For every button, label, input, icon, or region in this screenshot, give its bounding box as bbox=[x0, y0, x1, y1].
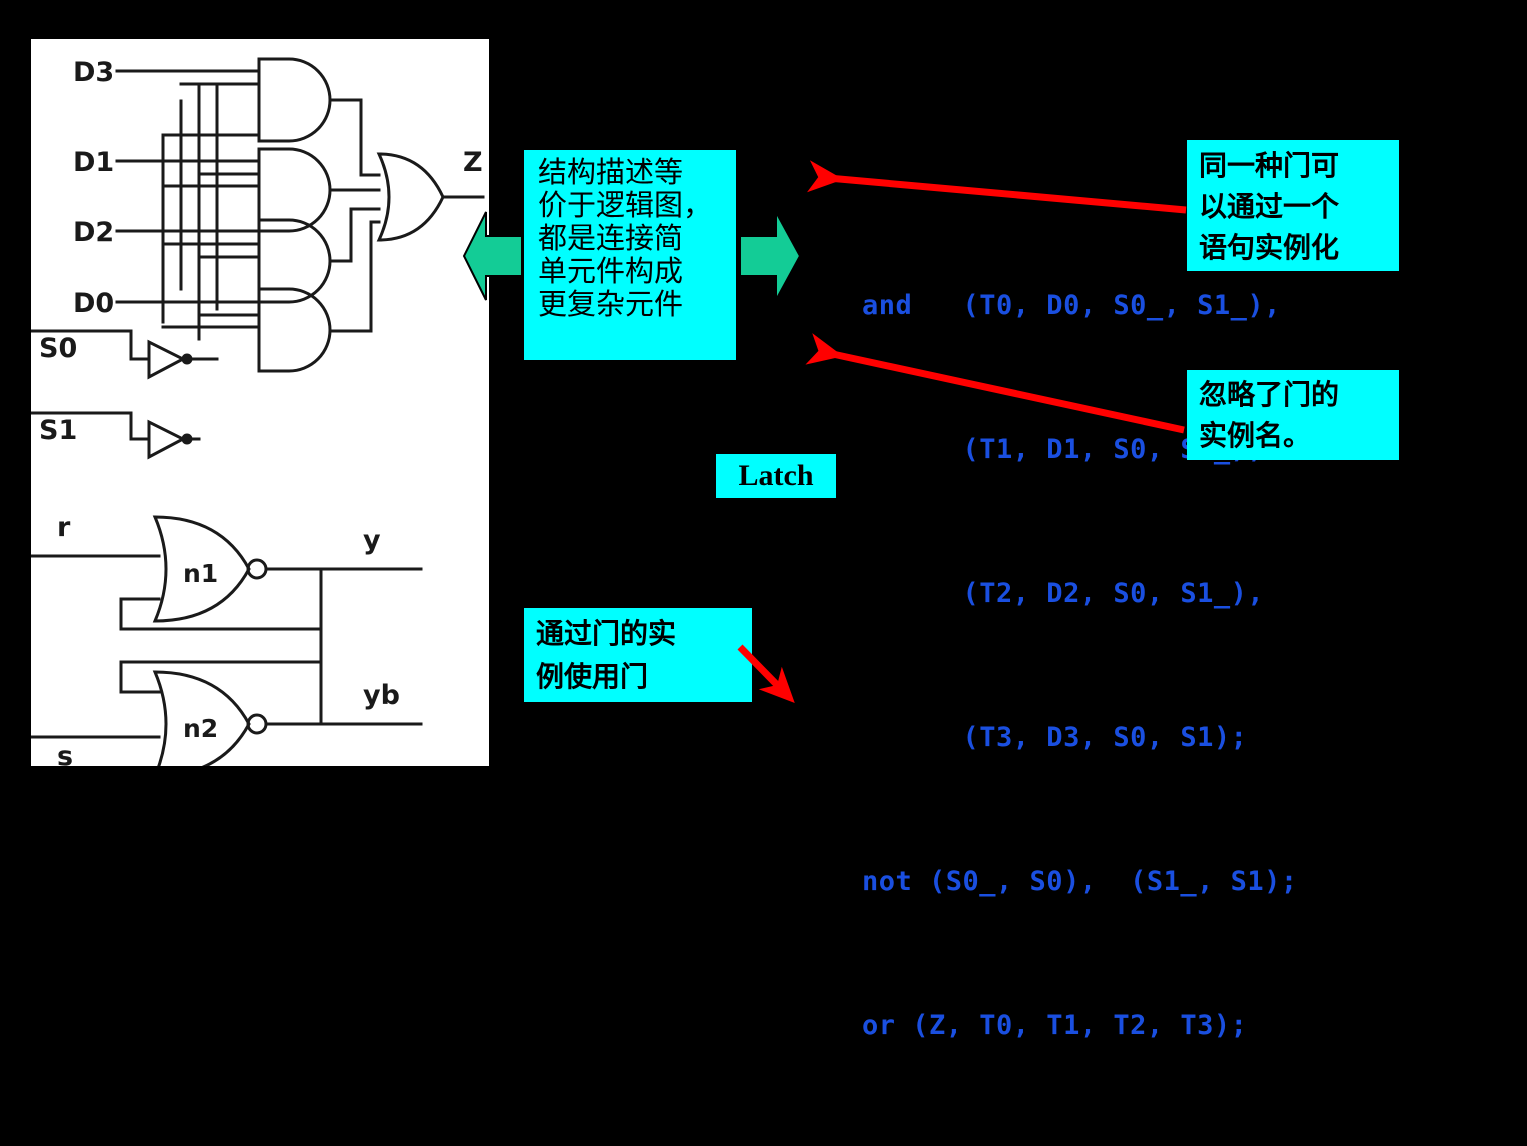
label-s: s bbox=[57, 741, 73, 766]
callout-structure-line-2: 价于逻辑图， bbox=[538, 188, 713, 222]
inverter-s0 bbox=[147, 339, 187, 380]
label-r: r bbox=[57, 512, 71, 543]
label-d2: D2 bbox=[73, 217, 114, 248]
inverter-s1 bbox=[147, 419, 187, 460]
label-z: Z bbox=[463, 147, 483, 178]
wire-t0-out bbox=[328, 220, 381, 333]
callout-latch-label: Latch bbox=[738, 459, 814, 492]
wire-t3-out bbox=[328, 98, 363, 177]
code-line-4: (T3, D3, S0, S1); bbox=[862, 722, 1248, 753]
code-line-3: (T2, D2, S0, S1_), bbox=[862, 578, 1265, 609]
callout-same-gate: 同一种门可 以通过一个 语句实例化 bbox=[1187, 140, 1399, 271]
label-s1: S1 bbox=[39, 415, 77, 446]
label-s0: S0 bbox=[39, 333, 77, 364]
label-d3: D3 bbox=[73, 57, 114, 88]
callout-same-gate-line-1: 同一种门可 bbox=[1199, 149, 1340, 182]
code-line-1: and (T0, D0, S0_, S1_), bbox=[862, 290, 1281, 321]
callout-use-instance: 通过门的实 例使用门 bbox=[524, 608, 752, 702]
label-yb: yb bbox=[363, 680, 400, 711]
green-arrow-right bbox=[739, 211, 802, 301]
and-gate-d3 bbox=[257, 57, 332, 143]
green-arrow-left bbox=[462, 211, 523, 301]
label-n1: n1 bbox=[183, 559, 218, 588]
label-d0: D0 bbox=[73, 288, 114, 319]
label-y: y bbox=[363, 525, 381, 556]
callout-ignore-line-1: 忽略了门的 bbox=[1199, 378, 1340, 411]
label-d1: D1 bbox=[73, 147, 114, 178]
callout-same-gate-line-3: 语句实例化 bbox=[1199, 231, 1340, 264]
schematic-svg: D3 D1 D2 D0 S0 S1 Z r s y yb n1 n2 bbox=[31, 57, 485, 766]
or-gate-z bbox=[376, 152, 445, 242]
callout-structure-line-3: 都是连接简 bbox=[538, 221, 684, 255]
callout-structure-line-4: 单元件构成 bbox=[538, 254, 684, 288]
callout-ignore-line-2: 实例名。 bbox=[1199, 419, 1312, 452]
callout-use-instance-line-1: 通过门的实 bbox=[536, 617, 677, 650]
code-line-6: or (Z, T0, T1, T2, T3); bbox=[862, 1010, 1248, 1041]
callout-structure-line-1: 结构描述等 bbox=[538, 155, 684, 189]
callout-use-instance-line-2: 例使用门 bbox=[536, 660, 649, 693]
verilog-code-block: and (T0, D0, S0_, S1_), (T1, D1, S0, S1_… bbox=[862, 186, 1422, 1146]
callout-structure: 结构描述等 价于逻辑图， 都是连接简 单元件构成 更复杂元件 bbox=[524, 150, 736, 360]
callout-latch: Latch bbox=[716, 454, 836, 498]
callout-same-gate-line-2: 以通过一个 bbox=[1199, 190, 1340, 223]
code-line-5: not (S0_, S0), (S1_, S1); bbox=[862, 866, 1298, 897]
callout-structure-line-5: 更复杂元件 bbox=[538, 287, 684, 321]
slide-canvas: D3 D1 D2 D0 S0 S1 Z r s y yb n1 n2 结构描述等… bbox=[0, 0, 1527, 1041]
label-n2: n2 bbox=[183, 714, 218, 743]
schematic-panel: D3 D1 D2 D0 S0 S1 Z r s y yb n1 n2 bbox=[31, 39, 489, 766]
callout-ignore-instance-name: 忽略了门的 实例名。 bbox=[1187, 370, 1399, 460]
